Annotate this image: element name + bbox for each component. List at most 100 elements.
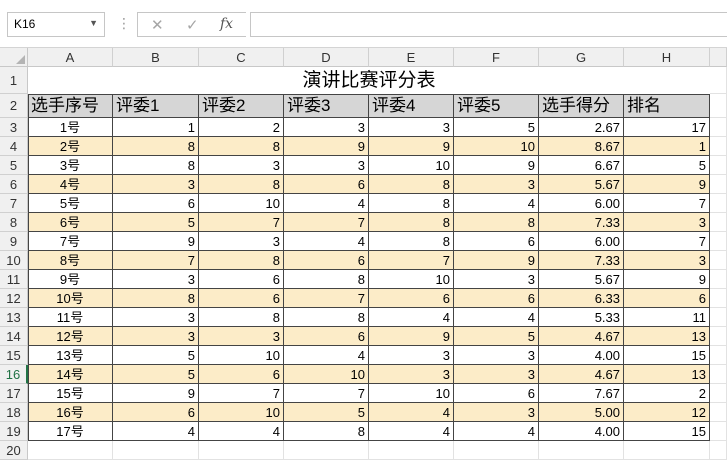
table-header-cell[interactable]: 评委1 xyxy=(113,94,199,118)
table-cell[interactable]: 8 xyxy=(199,175,284,194)
table-cell[interactable]: 6号 xyxy=(28,213,113,232)
table-cell[interactable]: 3 xyxy=(369,118,454,137)
table-cell[interactable]: 4 xyxy=(113,422,199,441)
insert-function-icon[interactable]: fx xyxy=(220,16,233,32)
table-cell[interactable]: 5 xyxy=(113,346,199,365)
name-box[interactable]: K16 ▼ xyxy=(7,12,105,37)
table-cell[interactable]: 10 xyxy=(199,194,284,213)
table-cell[interactable]: 3 xyxy=(369,365,454,384)
table-cell[interactable]: 4.67 xyxy=(539,365,624,384)
table-cell[interactable]: 5 xyxy=(454,327,539,346)
chevron-down-icon[interactable]: ▼ xyxy=(89,18,98,28)
table-cell[interactable]: 17号 xyxy=(28,422,113,441)
table-cell[interactable]: 3号 xyxy=(28,156,113,175)
table-cell[interactable]: 4.00 xyxy=(539,422,624,441)
table-cell[interactable]: 7 xyxy=(199,384,284,403)
table-cell[interactable]: 8 xyxy=(199,251,284,270)
table-cell[interactable]: 7.67 xyxy=(539,384,624,403)
select-all-button[interactable] xyxy=(0,48,28,67)
empty-cell[interactable] xyxy=(539,441,624,460)
empty-cell[interactable] xyxy=(710,137,727,156)
empty-cell[interactable] xyxy=(624,441,710,460)
empty-cell[interactable] xyxy=(710,403,727,422)
table-cell[interactable]: 3 xyxy=(113,327,199,346)
column-header-c[interactable]: C xyxy=(199,48,284,67)
empty-cell[interactable] xyxy=(710,67,727,94)
table-cell[interactable]: 11号 xyxy=(28,308,113,327)
table-cell[interactable]: 4 xyxy=(454,422,539,441)
empty-cell[interactable] xyxy=(113,441,199,460)
row-header-2[interactable]: 2 xyxy=(0,94,28,118)
table-cell[interactable]: 5 xyxy=(454,118,539,137)
empty-cell[interactable] xyxy=(710,156,727,175)
table-header-cell[interactable]: 选手得分 xyxy=(539,94,624,118)
table-cell[interactable]: 10 xyxy=(199,346,284,365)
row-header-4[interactable]: 4 xyxy=(0,137,28,156)
empty-cell[interactable] xyxy=(710,422,727,441)
table-cell[interactable]: 5 xyxy=(113,365,199,384)
table-cell[interactable]: 5.67 xyxy=(539,270,624,289)
table-cell[interactable]: 6 xyxy=(113,403,199,422)
table-cell[interactable]: 7 xyxy=(624,194,710,213)
table-cell[interactable]: 6 xyxy=(454,232,539,251)
table-cell[interactable]: 3 xyxy=(624,251,710,270)
sheet-title[interactable]: 演讲比赛评分表 xyxy=(28,67,710,94)
empty-cell[interactable] xyxy=(710,175,727,194)
table-cell[interactable]: 10 xyxy=(369,270,454,289)
empty-cell[interactable] xyxy=(28,441,113,460)
table-cell[interactable]: 3 xyxy=(454,270,539,289)
table-cell[interactable]: 13 xyxy=(624,327,710,346)
table-cell[interactable]: 9号 xyxy=(28,270,113,289)
column-header-next[interactable] xyxy=(710,48,727,67)
table-header-cell[interactable]: 选手序号 xyxy=(28,94,113,118)
table-cell[interactable]: 4 xyxy=(369,308,454,327)
table-cell[interactable]: 5 xyxy=(624,156,710,175)
table-cell[interactable]: 8 xyxy=(369,194,454,213)
table-cell[interactable]: 5.67 xyxy=(539,175,624,194)
table-cell[interactable]: 14号 xyxy=(28,365,113,384)
table-cell[interactable]: 15 xyxy=(624,422,710,441)
column-header-e[interactable]: E xyxy=(369,48,454,67)
table-cell[interactable]: 8 xyxy=(199,137,284,156)
table-cell[interactable]: 9 xyxy=(369,327,454,346)
table-cell[interactable]: 4 xyxy=(284,194,369,213)
table-cell[interactable]: 5.33 xyxy=(539,308,624,327)
row-header-17[interactable]: 17 xyxy=(0,384,28,403)
table-cell[interactable]: 5号 xyxy=(28,194,113,213)
row-header-9[interactable]: 9 xyxy=(0,232,28,251)
table-cell[interactable]: 9 xyxy=(113,232,199,251)
table-header-cell[interactable]: 评委4 xyxy=(369,94,454,118)
column-header-f[interactable]: F xyxy=(454,48,539,67)
table-cell[interactable]: 4.00 xyxy=(539,346,624,365)
table-cell[interactable]: 9 xyxy=(454,156,539,175)
table-cell[interactable]: 3 xyxy=(284,118,369,137)
table-cell[interactable]: 8 xyxy=(113,137,199,156)
table-cell[interactable]: 7 xyxy=(199,213,284,232)
table-cell[interactable]: 2.67 xyxy=(539,118,624,137)
formula-input[interactable] xyxy=(250,12,727,37)
row-header-14[interactable]: 14 xyxy=(0,327,28,346)
table-cell[interactable]: 12号 xyxy=(28,327,113,346)
empty-cell[interactable] xyxy=(710,194,727,213)
table-cell[interactable]: 3 xyxy=(199,327,284,346)
table-cell[interactable]: 3 xyxy=(199,232,284,251)
table-cell[interactable]: 3 xyxy=(284,156,369,175)
column-header-a[interactable]: A xyxy=(28,48,113,67)
empty-cell[interactable] xyxy=(710,213,727,232)
table-cell[interactable]: 2 xyxy=(199,118,284,137)
table-cell[interactable]: 6 xyxy=(199,289,284,308)
table-cell[interactable]: 8号 xyxy=(28,251,113,270)
row-header-12[interactable]: 12 xyxy=(0,289,28,308)
table-cell[interactable]: 13号 xyxy=(28,346,113,365)
cancel-icon[interactable]: ✕ xyxy=(151,16,164,34)
empty-cell[interactable] xyxy=(710,251,727,270)
table-cell[interactable]: 10 xyxy=(369,384,454,403)
empty-cell[interactable] xyxy=(710,94,727,118)
table-cell[interactable]: 7 xyxy=(284,384,369,403)
table-header-cell[interactable]: 评委5 xyxy=(454,94,539,118)
table-cell[interactable]: 9 xyxy=(284,137,369,156)
table-header-cell[interactable]: 排名 xyxy=(624,94,710,118)
table-cell[interactable]: 4 xyxy=(454,308,539,327)
table-cell[interactable]: 7 xyxy=(369,251,454,270)
table-cell[interactable]: 6.00 xyxy=(539,232,624,251)
